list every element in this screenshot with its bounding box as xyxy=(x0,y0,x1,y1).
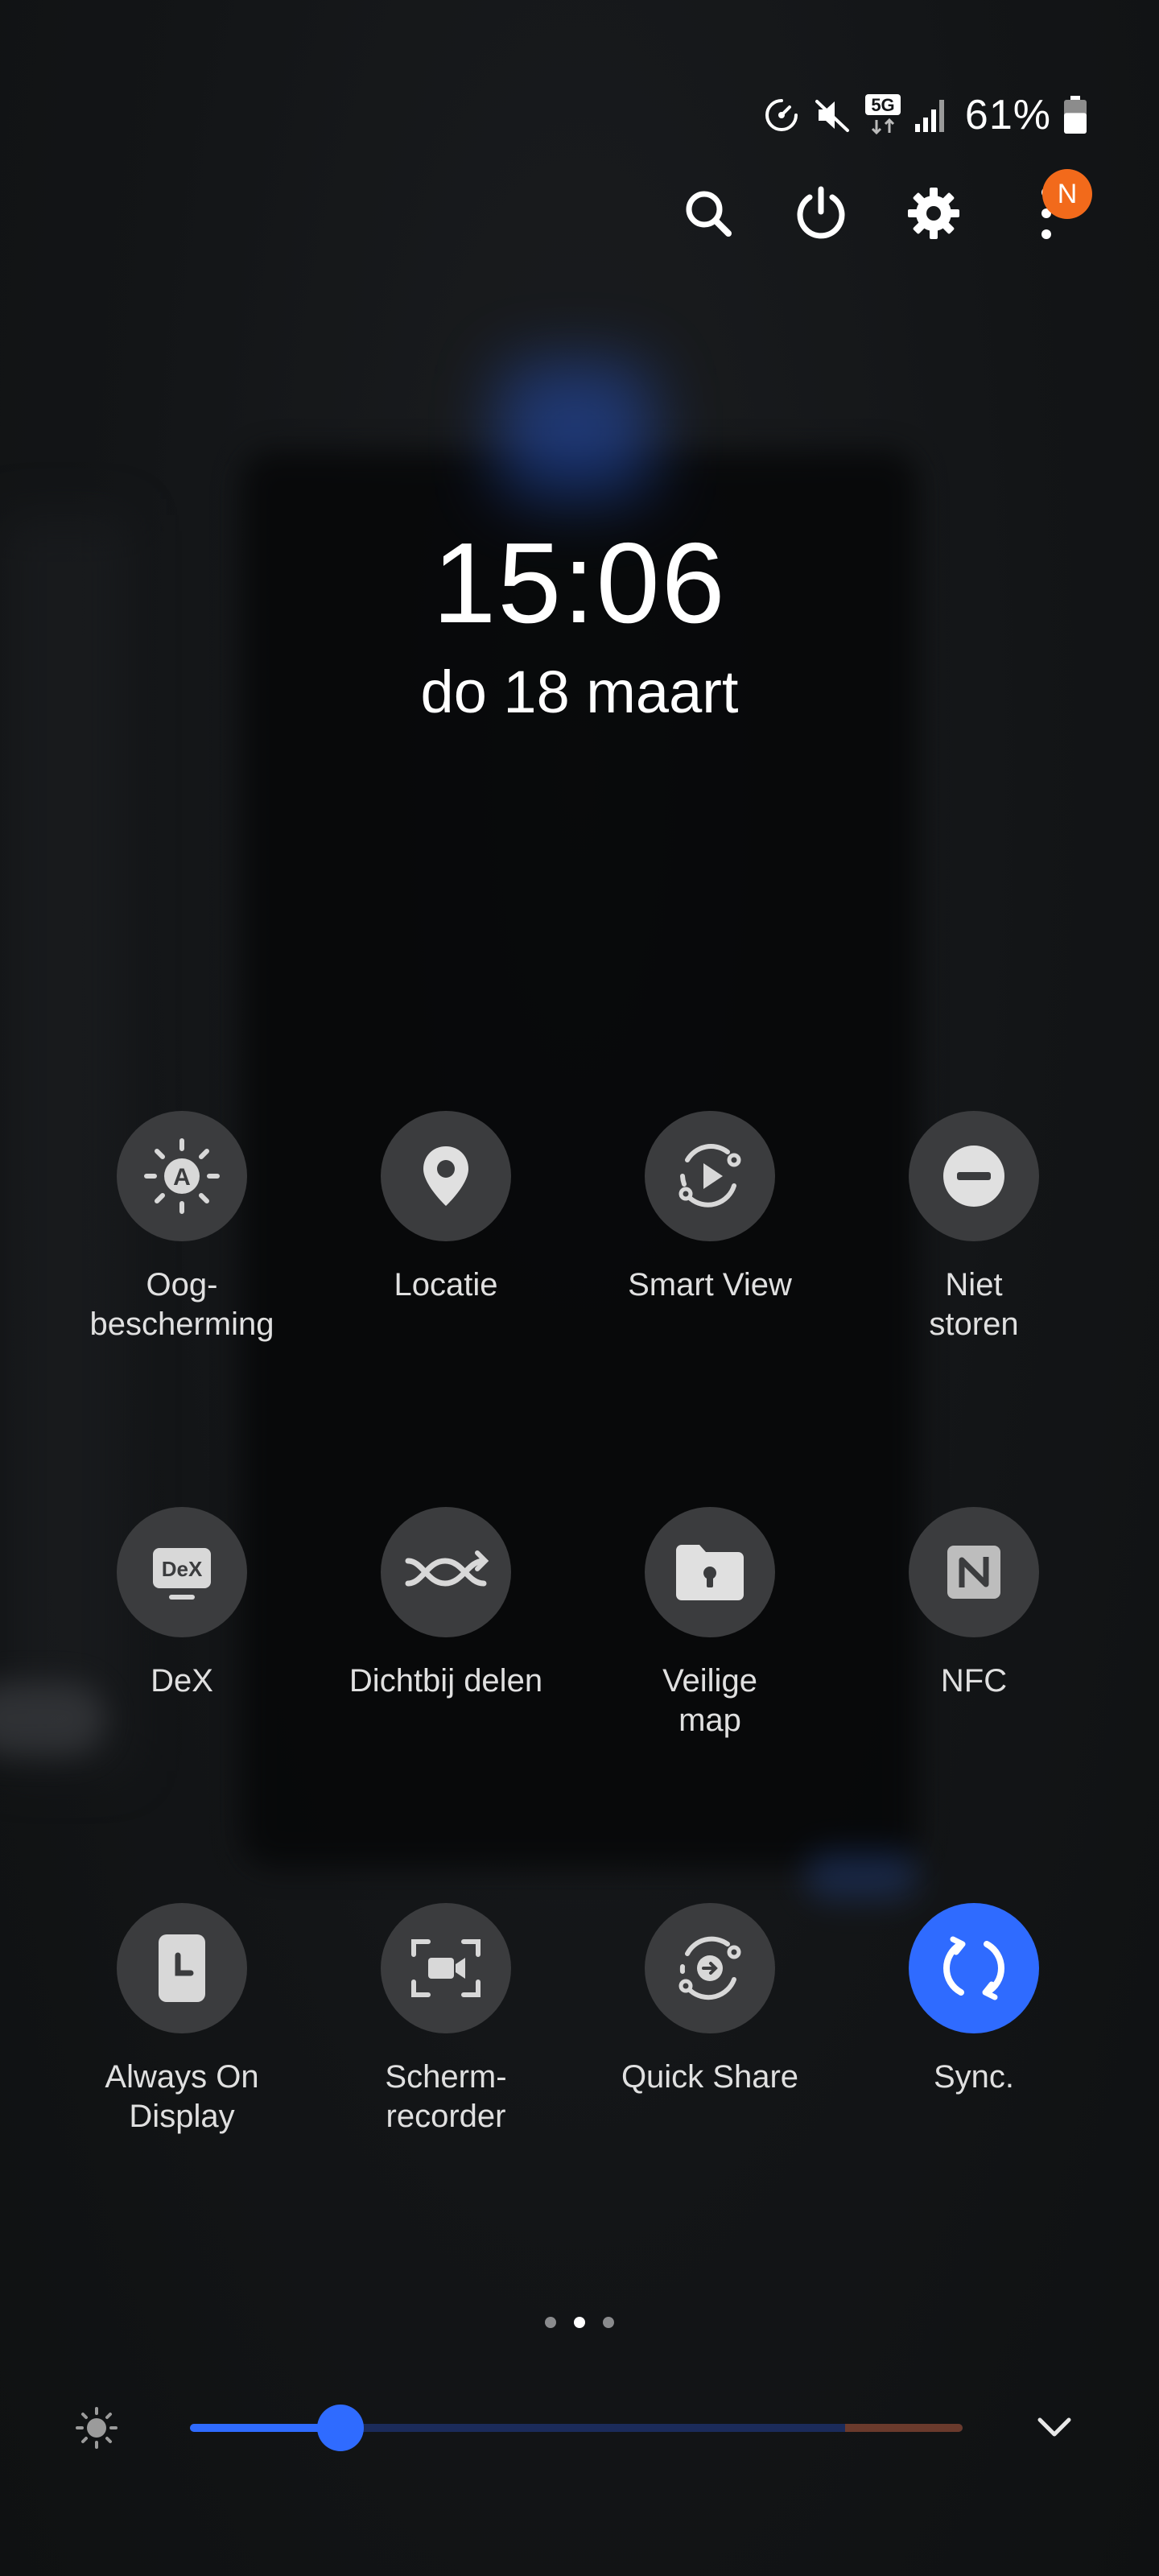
data-saver-icon xyxy=(762,96,801,134)
dex-icon: DeX xyxy=(153,1548,211,1600)
smart-view-icon xyxy=(678,1144,741,1208)
tile-button[interactable] xyxy=(909,1507,1039,1637)
notification-badge: N xyxy=(1042,169,1092,219)
brightness-thumb[interactable] xyxy=(317,2405,365,2451)
eye-comfort-icon: A xyxy=(144,1138,220,1214)
clock-date[interactable]: do 18 maart xyxy=(0,656,1159,729)
page-dot-active[interactable] xyxy=(574,2317,585,2328)
tile-button[interactable] xyxy=(645,1111,775,1241)
tile-button[interactable] xyxy=(645,1903,775,2033)
page-indicator xyxy=(0,2317,1159,2328)
5g-icon: 5G xyxy=(864,93,902,138)
background-glow-2 xyxy=(805,1852,918,1900)
nfc-icon xyxy=(947,1546,1000,1599)
tile-label: Smart View xyxy=(628,1267,792,1302)
screen-recorder-icon xyxy=(411,1939,481,1997)
gear-icon xyxy=(908,188,959,239)
tile-label: Quick Share xyxy=(621,2059,799,2095)
quick-share-icon xyxy=(678,1936,741,2000)
tile-quick-share[interactable]: Quick Share xyxy=(581,1903,839,2097)
brightness-slider[interactable] xyxy=(190,2424,963,2432)
tile-screen-recorder[interactable]: Scherm- recorder xyxy=(317,1903,575,2136)
brightness-icon xyxy=(76,2407,118,2449)
chevron-down-icon[interactable] xyxy=(1032,2409,1077,2444)
status-bar: 5G 61% xyxy=(762,87,1088,143)
search-button[interactable] xyxy=(668,173,749,254)
tile-button[interactable] xyxy=(645,1507,775,1637)
power-button[interactable] xyxy=(781,173,861,254)
background-glow xyxy=(499,362,652,499)
tile-label: Always On Display xyxy=(105,2059,259,2134)
tile-label: Scherm- recorder xyxy=(385,2059,507,2134)
brightness-control xyxy=(0,2399,1159,2455)
tile-button[interactable] xyxy=(381,1111,511,1241)
battery-percent: 61% xyxy=(964,92,1051,138)
tile-eye-comfort[interactable]: A Oog- bescherming xyxy=(53,1111,311,1344)
tile-button[interactable]: DeX xyxy=(117,1507,247,1637)
tile-label: NFC xyxy=(940,1663,1008,1699)
nearby-share-icon xyxy=(405,1550,489,1587)
tile-button[interactable]: A xyxy=(117,1111,247,1241)
clock-time[interactable]: 15:06 xyxy=(0,515,1159,652)
tile-label: Dichtbij delen xyxy=(349,1663,543,1699)
do-not-disturb-icon xyxy=(943,1146,1004,1207)
search-icon xyxy=(686,191,732,237)
battery-icon xyxy=(1062,95,1088,135)
always-on-display-icon xyxy=(159,1934,205,2002)
tile-nearby-share[interactable]: Dichtbij delen xyxy=(317,1507,575,1701)
tile-sync[interactable]: Sync. xyxy=(845,1903,1103,2097)
tile-button[interactable] xyxy=(381,1507,511,1637)
svg-text:DeX: DeX xyxy=(162,1557,203,1581)
secure-folder-icon xyxy=(676,1545,744,1600)
location-icon xyxy=(423,1146,468,1206)
tile-label: Oog- bescherming xyxy=(89,1267,274,1342)
tile-label: DeX xyxy=(151,1663,213,1699)
tile-button[interactable] xyxy=(381,1903,511,2033)
tile-label: Sync. xyxy=(933,2059,1015,2095)
tile-label: Locatie xyxy=(394,1267,498,1302)
mute-icon xyxy=(812,95,852,135)
tile-label: Niet storen xyxy=(929,1267,1019,1342)
page-dot[interactable] xyxy=(603,2317,614,2328)
tile-button[interactable] xyxy=(909,1111,1039,1241)
power-icon xyxy=(797,186,845,239)
tile-secure-folder[interactable]: Veilige map xyxy=(581,1507,839,1740)
signal-icon xyxy=(914,97,949,134)
tile-button[interactable] xyxy=(117,1903,247,2033)
tile-nfc[interactable]: NFC xyxy=(845,1507,1103,1701)
settings-button[interactable] xyxy=(893,173,974,254)
tile-smart-view[interactable]: Smart View xyxy=(581,1111,839,1305)
tile-always-on-display[interactable]: Always On Display xyxy=(53,1903,311,2136)
network-type: 5G xyxy=(871,95,894,115)
tile-button[interactable] xyxy=(909,1903,1039,2033)
sync-icon xyxy=(943,1936,1004,2000)
page-dot[interactable] xyxy=(545,2317,556,2328)
tile-do-not-disturb[interactable]: Niet storen xyxy=(845,1111,1103,1344)
svg-text:A: A xyxy=(173,1164,191,1191)
tile-location[interactable]: Locatie xyxy=(317,1111,575,1305)
tile-dex[interactable]: DeX DeX xyxy=(53,1507,311,1701)
brightness-warm-zone xyxy=(845,2424,963,2432)
quick-panel: 5G 61% N 15:06 do 18 maart A Oog- besche… xyxy=(0,0,1159,2576)
tile-label: Veilige map xyxy=(662,1663,757,1738)
